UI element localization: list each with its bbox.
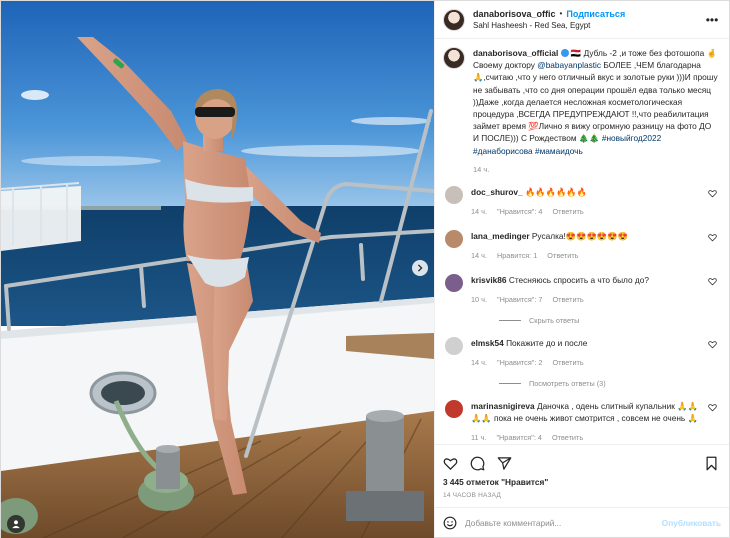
caption-time[interactable]: 14 ч. [473, 165, 719, 174]
verified-badge-icon [560, 49, 569, 57]
replies-divider [499, 319, 521, 321]
comment-likes[interactable]: "Нравится": 4 [496, 432, 542, 444]
post-header: danaborisova_offic • Подписаться Sahl Ha… [435, 1, 729, 39]
comments-scroll-area[interactable]: danaborisova_official 🇪🇬 Дубль -2 ,и тож… [435, 39, 729, 444]
comment-like-icon[interactable] [708, 340, 717, 349]
comment-likes[interactable]: Нравится: 1 [497, 250, 537, 262]
post-caption: danaborisova_official 🇪🇬 Дубль -2 ,и тож… [443, 47, 719, 174]
post-actions: 3 445 отметок "Нравится" 14 ЧАСОВ НАЗАД [435, 444, 729, 499]
reply-button[interactable]: Ответить [552, 357, 583, 369]
comment-text: Стесняюсь спросить а что было до? [508, 274, 649, 285]
hide-replies-label[interactable]: Скрыть ответы [529, 316, 579, 325]
post-side-panel: danaborisova_offic • Подписаться Sahl Ha… [434, 1, 729, 537]
reply-button[interactable]: Ответить [552, 294, 583, 306]
comment-icon[interactable] [470, 456, 485, 471]
user-tag-icon [12, 520, 20, 529]
comment-like-icon[interactable] [708, 189, 717, 198]
reply-button[interactable]: Ответить [552, 206, 583, 218]
comment-username[interactable]: elmsk54 [471, 338, 504, 348]
comment-like-icon[interactable] [708, 233, 717, 242]
share-icon[interactable] [497, 456, 512, 471]
more-options-icon[interactable]: ••• [705, 13, 719, 27]
tagged-users-button[interactable] [7, 515, 25, 533]
comment-text: Русалка!😍😍😍😍😍😍 [531, 230, 628, 241]
view-replies-label[interactable]: Посмотреть ответы (3) [529, 379, 606, 388]
commenter-avatar[interactable] [445, 185, 463, 204]
hide-replies-toggle[interactable]: Скрыть ответы [499, 316, 719, 325]
comment-time[interactable]: 14 ч. [471, 250, 487, 262]
author-username[interactable]: danaborisova_offic [473, 8, 556, 20]
commenter-avatar[interactable] [445, 399, 463, 418]
post-location[interactable]: Sahl Hasheesh - Red Sea, Egypt [473, 20, 705, 32]
post-age[interactable]: 14 ЧАСОВ НАЗАД [443, 492, 719, 499]
commenter-avatar[interactable] [445, 336, 463, 355]
author-avatar[interactable] [443, 8, 465, 31]
comment-username[interactable]: doc_shurov_ [471, 187, 523, 197]
caption-avatar[interactable] [443, 47, 465, 69]
next-photo-button[interactable] [412, 260, 428, 276]
comment-item: lana_medinger Русалка!😍😍😍😍😍😍 14 ч. Нрави… [443, 229, 719, 262]
comment-time[interactable]: 11 ч. [471, 432, 486, 444]
post-photo [1, 1, 434, 538]
caption-text-part2: БОЛЕЕ ,ЧЕМ благодарна 🙏,считаю ,что у не… [473, 60, 718, 144]
emoji-icon[interactable] [443, 516, 457, 530]
comment-text: Покажите до и после [506, 337, 588, 348]
bookmark-icon[interactable] [704, 456, 719, 471]
add-comment-bar: Опубликовать [435, 507, 729, 537]
commenter-avatar[interactable] [445, 229, 463, 248]
author-info: danaborisova_offic • Подписаться Sahl Ha… [473, 8, 705, 32]
comment-username[interactable]: lana_medinger [471, 231, 530, 241]
commenter-avatar[interactable] [445, 273, 463, 292]
comment-like-icon[interactable] [708, 403, 717, 412]
comment-time[interactable]: 14 ч. [471, 206, 487, 218]
caption-mention-link[interactable]: @babayanplastic [537, 60, 601, 70]
chevron-right-icon [417, 264, 423, 272]
view-replies-toggle[interactable]: Посмотреть ответы (3) [499, 379, 719, 388]
comment-text: 🔥🔥🔥🔥🔥🔥 [524, 186, 587, 197]
follow-button[interactable]: Подписаться [566, 8, 625, 20]
comment-like-icon[interactable] [708, 277, 717, 286]
comment-item: doc_shurov_ 🔥🔥🔥🔥🔥🔥 14 ч. "Нравится": 4 О… [443, 185, 719, 218]
comment-item: marinasnigireva Даночка , одень слитный … [443, 399, 719, 444]
reply-button[interactable]: Ответить [547, 250, 578, 262]
comment-likes[interactable]: "Нравится": 7 [497, 294, 543, 306]
comment-time[interactable]: 10 ч. [471, 294, 487, 306]
comment-time[interactable]: 14 ч. [471, 357, 487, 369]
replies-divider [499, 382, 521, 384]
likes-count[interactable]: 3 445 отметок "Нравится" [443, 477, 719, 487]
comment-item: krisvik86 Стесняюсь спросить а что было … [443, 273, 719, 306]
comment-item: elmsk54 Покажите до и после 14 ч. "Нрави… [443, 336, 719, 369]
heart-icon[interactable] [443, 456, 458, 471]
separator-dot: • [559, 8, 563, 18]
caption-username[interactable]: danaborisova_official [473, 48, 558, 58]
comment-username[interactable]: krisvik86 [471, 275, 507, 285]
caption-text: danaborisova_official 🇪🇬 Дубль -2 ,и тож… [473, 47, 719, 157]
comment-likes[interactable]: "Нравится": 2 [497, 357, 543, 369]
publish-button[interactable]: Опубликовать [662, 518, 721, 528]
post-modal: danaborisova_offic • Подписаться Sahl Ha… [0, 0, 730, 538]
yacht-photo [1, 1, 434, 538]
comment-input[interactable] [465, 517, 654, 528]
reply-button[interactable]: Ответить [552, 432, 583, 444]
comment-username[interactable]: marinasnigireva [471, 401, 535, 411]
comment-likes[interactable]: "Нравится": 4 [497, 206, 543, 218]
